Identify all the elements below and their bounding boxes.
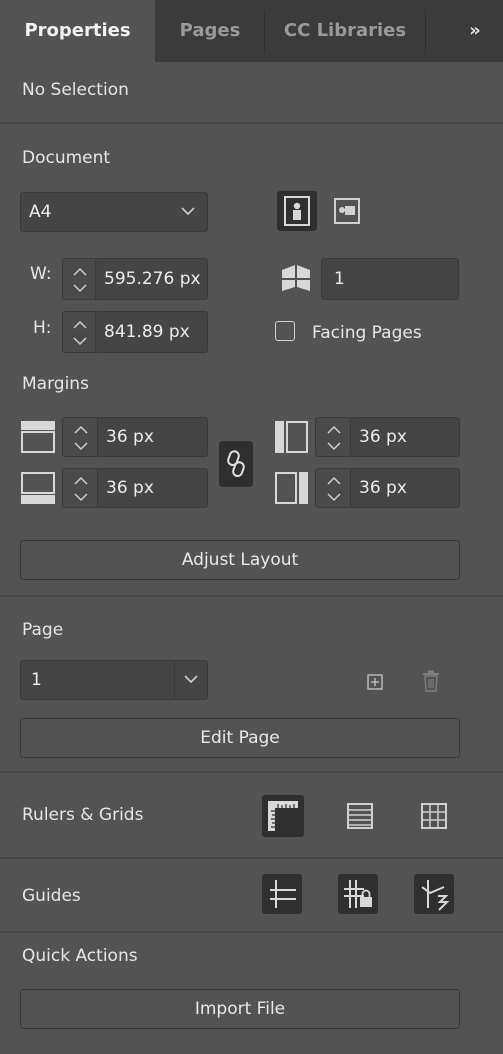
- document-heading: Document: [22, 148, 111, 168]
- add-page-icon[interactable]: [367, 674, 383, 690]
- margin-top-icon: [20, 420, 56, 454]
- tab-properties[interactable]: Properties: [0, 0, 155, 62]
- quick-actions-heading: Quick Actions: [22, 946, 138, 966]
- margin-bottom-icon: [20, 471, 56, 505]
- margin-bottom-field[interactable]: 36 px: [97, 468, 208, 508]
- guides-heading: Guides: [22, 886, 81, 906]
- height-value: 841.89 px: [104, 322, 190, 342]
- width-value: 595.276 px: [104, 269, 201, 289]
- divider: [0, 857, 503, 859]
- dropdown-separator: [174, 661, 175, 699]
- baseline-grid-icon[interactable]: [346, 802, 374, 830]
- margin-bottom-value: 36 px: [106, 478, 154, 498]
- divider: [0, 595, 503, 597]
- margin-right-icon: [274, 471, 310, 505]
- tab-cc-libraries[interactable]: CC Libraries: [265, 0, 425, 62]
- divider: [0, 931, 503, 933]
- divider: [0, 771, 503, 773]
- margin-bottom-stepper[interactable]: [62, 468, 98, 508]
- selection-status: No Selection: [22, 80, 129, 100]
- margin-right-value: 36 px: [359, 478, 407, 498]
- facing-pages-checkbox[interactable]: [275, 321, 295, 341]
- tab-overflow-icon[interactable]: »: [450, 0, 500, 62]
- pages-count-icon: [276, 261, 316, 297]
- document-preset-dropdown[interactable]: A4: [20, 192, 208, 232]
- width-field[interactable]: 595.276 px: [95, 258, 208, 300]
- facing-pages-label[interactable]: Facing Pages: [312, 323, 422, 343]
- margin-right-stepper[interactable]: [315, 468, 351, 508]
- pages-count-value: 1: [334, 269, 345, 289]
- lock-guides-icon[interactable]: [338, 874, 378, 914]
- document-preset-value: A4: [29, 202, 52, 222]
- page-heading: Page: [22, 620, 64, 640]
- margin-left-icon: [274, 420, 310, 454]
- height-stepper[interactable]: [62, 311, 96, 353]
- width-label: W:: [30, 264, 52, 284]
- margin-left-field[interactable]: 36 px: [350, 417, 460, 457]
- import-file-button[interactable]: Import File: [20, 989, 460, 1029]
- link-margins-icon[interactable]: [219, 441, 253, 487]
- adjust-layout-button[interactable]: Adjust Layout: [20, 540, 460, 580]
- smart-guides-icon[interactable]: [414, 874, 454, 914]
- rulers-icon[interactable]: [262, 795, 304, 837]
- height-field[interactable]: 841.89 px: [95, 311, 208, 353]
- margins-heading: Margins: [22, 374, 89, 394]
- landscape-orientation-icon[interactable]: [333, 197, 361, 225]
- margin-left-value: 36 px: [359, 427, 407, 447]
- height-label: H:: [33, 318, 52, 338]
- edit-page-button[interactable]: Edit Page: [20, 718, 460, 758]
- margin-top-stepper[interactable]: [62, 417, 98, 457]
- delete-page-icon[interactable]: [421, 670, 441, 692]
- divider: [0, 122, 503, 124]
- rulers-grids-heading: Rulers & Grids: [22, 805, 144, 825]
- page-dropdown[interactable]: 1: [20, 660, 208, 700]
- margin-top-value: 36 px: [106, 427, 154, 447]
- margin-right-field[interactable]: 36 px: [350, 468, 460, 508]
- margin-top-field[interactable]: 36 px: [97, 417, 208, 457]
- page-dropdown-value: 1: [31, 670, 42, 690]
- pages-count-field[interactable]: 1: [321, 258, 459, 300]
- margin-left-stepper[interactable]: [315, 417, 351, 457]
- chevron-down-icon: [181, 206, 195, 216]
- tab-separator: [425, 10, 426, 54]
- chevron-down-icon: [184, 674, 198, 684]
- width-stepper[interactable]: [62, 258, 96, 300]
- tab-pages[interactable]: Pages: [155, 0, 265, 62]
- portrait-orientation-icon[interactable]: [277, 191, 317, 231]
- show-guides-icon[interactable]: [262, 874, 302, 914]
- document-grid-icon[interactable]: [420, 802, 448, 830]
